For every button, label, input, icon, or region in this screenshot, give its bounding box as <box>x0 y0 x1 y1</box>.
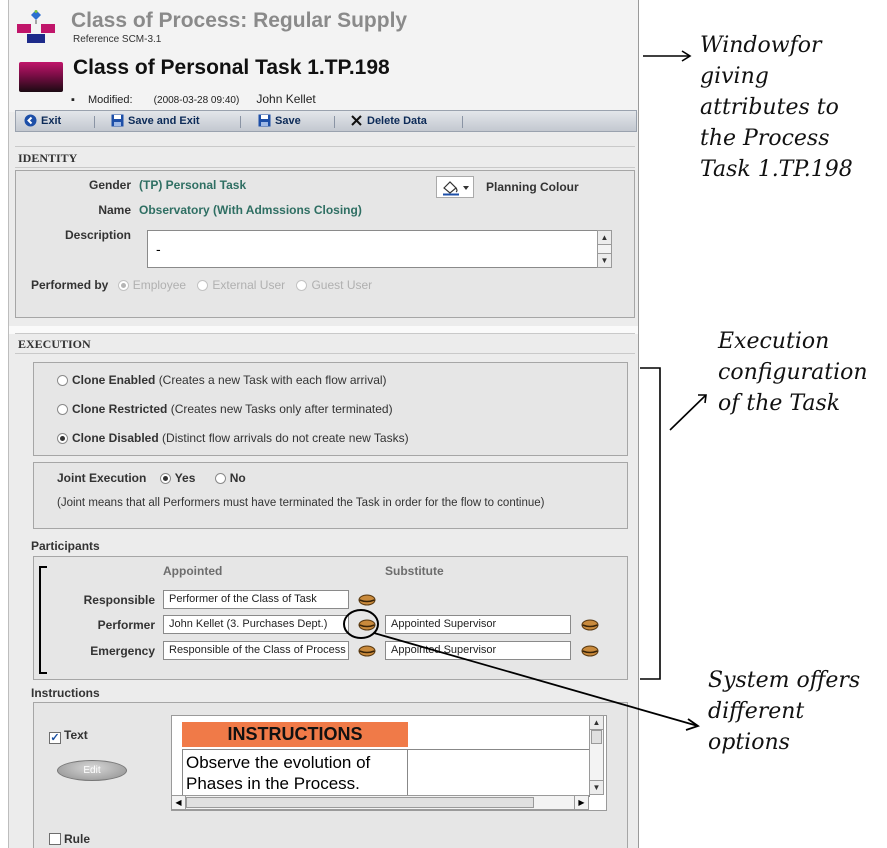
options-highlight-circle <box>343 609 379 639</box>
options-arrow-icon <box>373 632 700 731</box>
window-arrow-icon <box>643 50 692 62</box>
execution-annotation: Execution configuration of the Task <box>718 329 868 416</box>
execution-arrow-icon <box>669 394 707 431</box>
options-annotation: System offers different options <box>708 668 861 755</box>
execution-bracket <box>640 367 661 680</box>
window-annotation: Windowfor giving attributes to the Proce… <box>700 33 853 182</box>
